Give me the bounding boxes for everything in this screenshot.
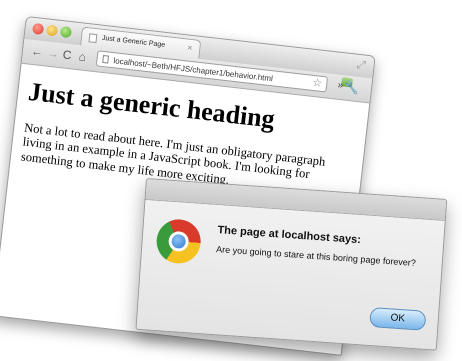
forward-icon[interactable]: → — [46, 46, 60, 61]
dialog-title: The page at localhost says: — [217, 224, 362, 247]
page-favicon-icon — [88, 33, 98, 44]
chrome-logo-icon — [155, 217, 203, 265]
tab-title: Just a Generic Page — [101, 34, 166, 49]
fullscreen-icon[interactable]: ⤢ — [356, 59, 366, 73]
dialog-message: Are you going to stare at this boring pa… — [215, 244, 417, 269]
alert-dialog: The page at localhost says: Are you goin… — [135, 178, 448, 351]
reload-icon[interactable]: C — [62, 47, 72, 62]
back-icon[interactable]: ← — [30, 44, 44, 59]
minimize-window-icon[interactable] — [45, 24, 59, 37]
page-icon — [102, 54, 110, 64]
close-window-icon[interactable] — [32, 22, 45, 36]
bookmark-star-icon[interactable]: ☆ — [312, 76, 323, 90]
tab-close-icon[interactable]: × — [187, 42, 193, 53]
zoom-window-icon[interactable] — [59, 26, 73, 39]
home-icon[interactable]: ⌂ — [78, 49, 87, 64]
ok-button[interactable]: OK — [369, 306, 427, 331]
wrench-menu-icon[interactable]: 🔧 — [343, 80, 359, 96]
